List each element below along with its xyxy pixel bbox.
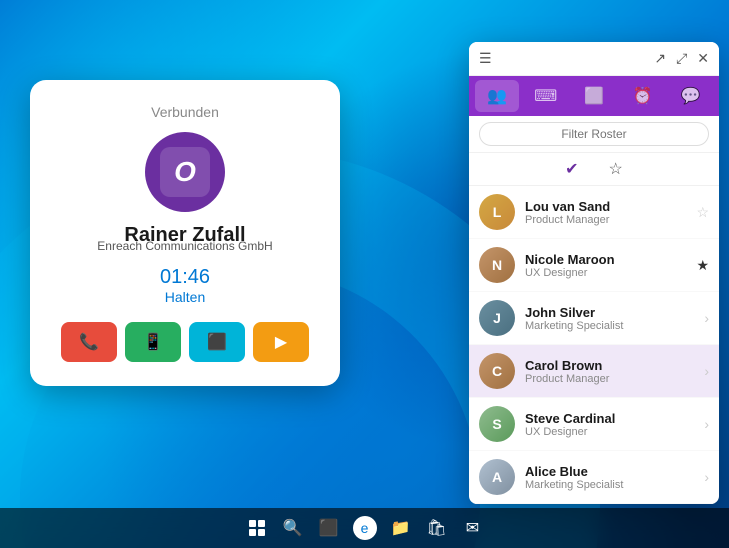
contact-info-lou: Lou van Sand Product Manager xyxy=(525,199,686,226)
contact-role-alice: Marketing Specialist xyxy=(525,479,694,491)
avatar-alice: A xyxy=(479,459,515,495)
star-nicole-filled[interactable]: ★ xyxy=(696,257,709,274)
contact-list: L Lou van Sand Product Manager ☆ N Nicol… xyxy=(469,186,719,504)
play-button[interactable]: ▶ xyxy=(253,322,309,362)
avatar-john: J xyxy=(479,300,515,336)
tab-transfer[interactable]: ⬜ xyxy=(572,80,616,112)
caller-company: Enreach Communications GmbH xyxy=(97,239,272,253)
chevron-steve[interactable]: › xyxy=(704,416,709,432)
filter-tabs: ✔ ☆ xyxy=(469,153,719,186)
taskbar: 🔍 ⬛ e 📁 🛍 ✉ xyxy=(0,508,729,548)
contact-role-nicole: UX Designer xyxy=(525,267,686,279)
roster-nav-tabs: 👥 ⌨ ⬜ ⏰ 💬 xyxy=(469,76,719,116)
contact-name-nicole: Nicole Maroon xyxy=(525,252,686,267)
call-status: Verbunden xyxy=(151,104,219,120)
dialpad-icon: ⌨ xyxy=(534,86,557,106)
avatar-steve: S xyxy=(479,406,515,442)
hold-button[interactable]: ⬛ xyxy=(189,322,245,362)
export-icon[interactable]: ↗ xyxy=(654,50,666,67)
filter-input[interactable] xyxy=(479,122,709,146)
windows-logo xyxy=(249,520,265,536)
clock-icon: ⏰ xyxy=(632,86,652,106)
timer-time: 01:46 xyxy=(160,265,210,289)
star-lou[interactable]: ☆ xyxy=(696,204,709,221)
transfer-icon: ⬜ xyxy=(584,86,604,106)
tab-contacts[interactable]: 👥 xyxy=(475,80,519,112)
files-icon: 📁 xyxy=(391,518,411,538)
header-actions: ↗ ⤢ ✕ xyxy=(654,50,709,67)
tab-clock[interactable]: ⏰ xyxy=(620,80,664,112)
contact-name-steve: Steve Cardinal xyxy=(525,411,694,426)
contact-item-lou[interactable]: L Lou van Sand Product Manager ☆ xyxy=(469,186,719,239)
filter-active-tab[interactable]: ✔ xyxy=(565,159,578,179)
mail-button[interactable]: ✉ xyxy=(457,512,489,544)
call-actions: 📞 📱 ⬛ ▶ xyxy=(61,322,309,362)
contact-info-alice: Alice Blue Marketing Specialist xyxy=(525,464,694,491)
phone-icon: 📱 xyxy=(143,332,163,352)
edge-button[interactable]: e xyxy=(349,512,381,544)
task-view-button[interactable]: ⬛ xyxy=(313,512,345,544)
contact-item-john[interactable]: J John Silver Marketing Specialist › xyxy=(469,292,719,345)
avatar-nicole: N xyxy=(479,247,515,283)
contacts-icon: 👥 xyxy=(487,86,507,106)
contact-info-john: John Silver Marketing Specialist xyxy=(525,305,694,332)
contact-item-nicole[interactable]: N Nicole Maroon UX Designer ★ xyxy=(469,239,719,292)
avatar-carol: C xyxy=(479,353,515,389)
chat-icon: 💬 xyxy=(681,86,701,106)
chevron-alice[interactable]: › xyxy=(704,469,709,485)
filter-bar xyxy=(469,116,719,153)
contact-role-lou: Product Manager xyxy=(525,214,686,226)
edge-icon: e xyxy=(353,516,377,540)
transfer-call-button[interactable]: 📱 xyxy=(125,322,181,362)
close-icon[interactable]: ✕ xyxy=(697,50,709,67)
store-icon: 🛍 xyxy=(426,518,446,538)
contact-role-john: Marketing Specialist xyxy=(525,320,694,332)
search-taskbar-icon: 🔍 xyxy=(283,518,303,538)
chevron-carol[interactable]: › xyxy=(704,363,709,379)
start-button[interactable] xyxy=(241,512,273,544)
chevron-john[interactable]: › xyxy=(704,310,709,326)
contact-name-carol: Carol Brown xyxy=(525,358,694,373)
contact-info-steve: Steve Cardinal UX Designer xyxy=(525,411,694,438)
avatar-lou: L xyxy=(479,194,515,230)
contact-item-carol[interactable]: C Carol Brown Product Manager › xyxy=(469,345,719,398)
roster-panel: ☰ ↗ ⤢ ✕ 👥 ⌨ ⬜ ⏰ 💬 ✔ ☆ xyxy=(469,42,719,504)
expand-icon[interactable]: ⤢ xyxy=(676,50,687,67)
contact-info-nicole: Nicole Maroon UX Designer xyxy=(525,252,686,279)
end-call-button[interactable]: 📞 xyxy=(61,322,117,362)
search-taskbar-button[interactable]: 🔍 xyxy=(277,512,309,544)
contact-role-carol: Product Manager xyxy=(525,373,694,385)
store-button[interactable]: 🛍 xyxy=(421,512,453,544)
timer-label: Halten xyxy=(160,289,210,306)
end-call-icon: 📞 xyxy=(79,332,99,352)
contact-info-carol: Carol Brown Product Manager xyxy=(525,358,694,385)
hold-icon: ⬛ xyxy=(207,332,227,352)
roster-header: ☰ ↗ ⤢ ✕ xyxy=(469,42,719,76)
caller-avatar: O xyxy=(145,132,225,212)
files-button[interactable]: 📁 xyxy=(385,512,417,544)
contact-item-alice[interactable]: A Alice Blue Marketing Specialist › xyxy=(469,451,719,504)
tab-dialpad[interactable]: ⌨ xyxy=(523,80,567,112)
play-icon: ▶ xyxy=(275,332,287,352)
contact-role-steve: UX Designer xyxy=(525,426,694,438)
tab-chat[interactable]: 💬 xyxy=(669,80,713,112)
filter-starred-tab[interactable]: ☆ xyxy=(609,159,623,179)
task-view-icon: ⬛ xyxy=(319,518,339,538)
contact-name-alice: Alice Blue xyxy=(525,464,694,479)
mail-icon: ✉ xyxy=(466,518,479,538)
call-timer: 01:46 Halten xyxy=(160,265,210,306)
contact-name-lou: Lou van Sand xyxy=(525,199,686,214)
contact-name-john: John Silver xyxy=(525,305,694,320)
menu-icon[interactable]: ☰ xyxy=(479,50,492,67)
call-widget: Verbunden O Rainer Zufall Enreach Commun… xyxy=(30,80,340,386)
outlook-icon: O xyxy=(160,147,210,197)
contact-item-steve[interactable]: S Steve Cardinal UX Designer › xyxy=(469,398,719,451)
